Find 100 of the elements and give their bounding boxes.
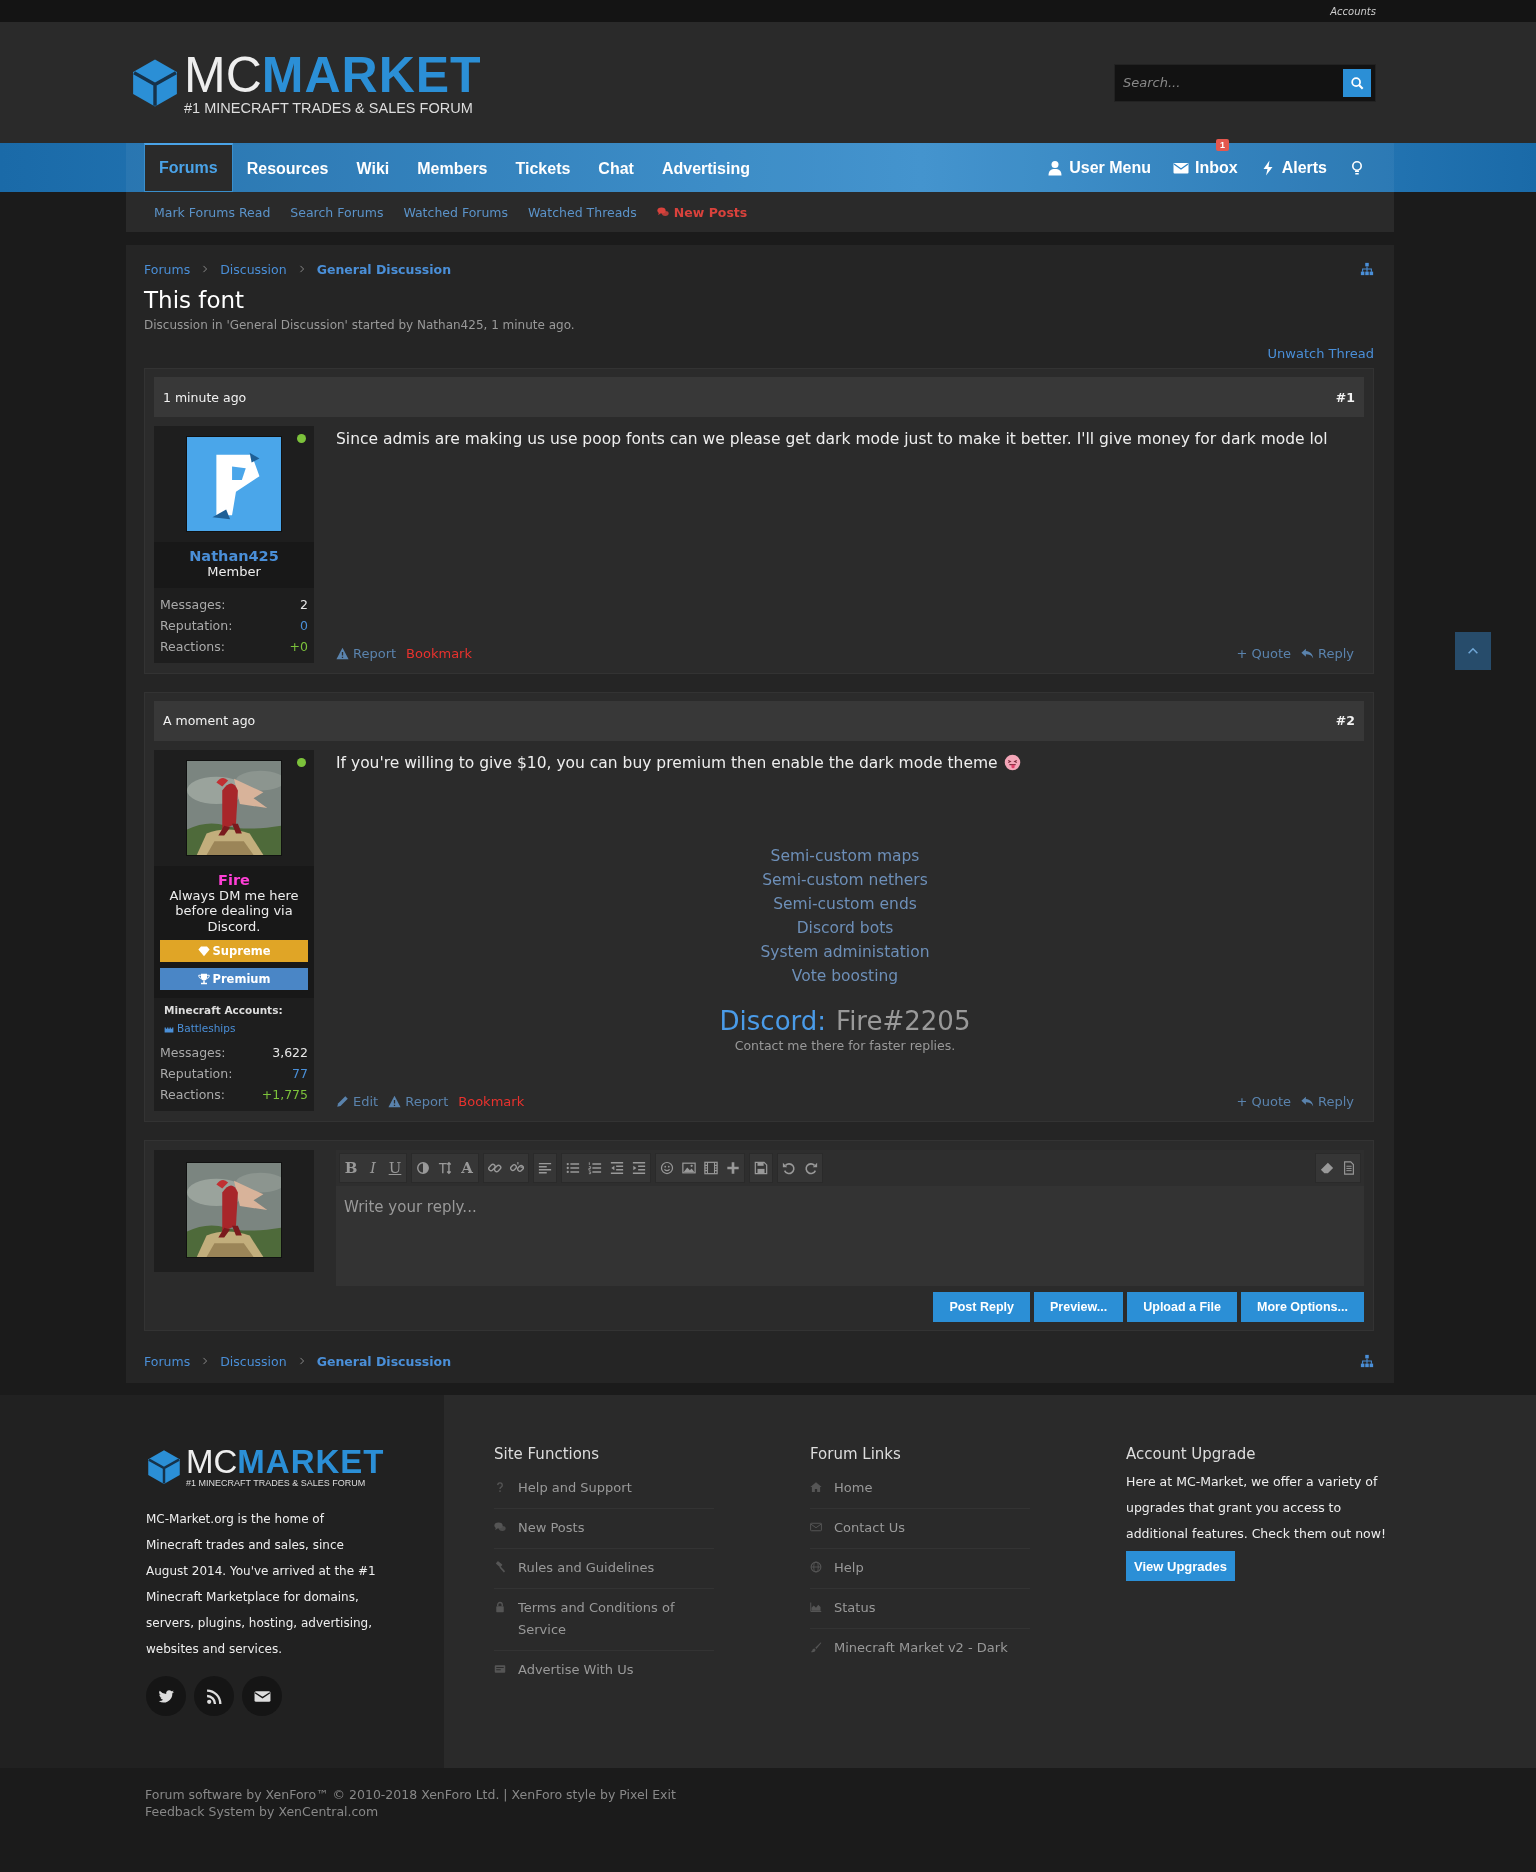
toolbar-button[interactable]: A xyxy=(456,1154,478,1183)
nav-tab[interactable]: Advertising xyxy=(647,143,764,192)
film-icon xyxy=(704,1161,718,1176)
lightbulb-icon[interactable] xyxy=(1349,159,1365,176)
editor-button[interactable]: Preview... xyxy=(1034,1292,1124,1323)
toolbar-button[interactable]: U xyxy=(384,1154,406,1183)
footer-link[interactable]: Help xyxy=(810,1549,1030,1590)
stat-label: Reputation: xyxy=(160,616,233,635)
contrast-icon xyxy=(416,1161,430,1176)
stat-label: Messages: xyxy=(160,1044,226,1063)
sitemap-icon xyxy=(1360,262,1374,276)
nav-tab[interactable]: Tickets xyxy=(501,143,585,192)
reply-link[interactable]: Reply xyxy=(1301,1094,1354,1110)
post-time: 1 minute ago xyxy=(163,389,247,405)
unwatch-link[interactable]: Unwatch Thread xyxy=(1267,346,1374,361)
breadcrumb-link[interactable]: General Discussion xyxy=(316,261,452,277)
person-icon xyxy=(1047,159,1064,176)
plus-icon xyxy=(726,1161,740,1176)
bookmark-link[interactable]: Bookmark xyxy=(458,1094,525,1110)
undo-icon xyxy=(782,1161,796,1176)
search-field[interactable]: Search... xyxy=(1114,63,1376,102)
footer-link[interactable]: Advertise With Us xyxy=(494,1651,714,1691)
footer-link[interactable]: Home xyxy=(810,1469,1030,1510)
outdent-icon xyxy=(610,1161,624,1176)
logo-text[interactable]: MARKET xyxy=(261,49,482,100)
logo-tagline: #1 MINECRAFT TRADES & SALES FORUM xyxy=(186,1478,367,1489)
nav-tab[interactable]: Wiki xyxy=(342,143,404,192)
stat-label: Reputation: xyxy=(160,1065,233,1084)
logo-text[interactable]: MC xyxy=(186,1445,238,1479)
bookmark-link[interactable]: Bookmark xyxy=(406,645,472,661)
username-link[interactable]: Nathan425 xyxy=(160,548,308,564)
subnav-link[interactable]: Watched Threads xyxy=(528,204,637,220)
reply-link[interactable]: Reply xyxy=(1301,645,1354,661)
smiley-icon xyxy=(660,1161,674,1176)
alerts-link[interactable]: Alerts xyxy=(1248,143,1338,192)
account-link[interactable]: Battleships xyxy=(164,1022,304,1035)
footer-link[interactable]: Rules and Guidelines xyxy=(494,1549,714,1590)
text-size-icon xyxy=(438,1161,452,1176)
footer-link[interactable]: Help and Support xyxy=(494,1469,714,1510)
subnav-link[interactable]: Mark Forums Read xyxy=(154,204,271,220)
reply-field[interactable]: Write your reply... xyxy=(336,1186,1364,1287)
nav-tab[interactable]: Chat xyxy=(584,143,648,192)
footer-link[interactable]: Status xyxy=(810,1589,1030,1630)
edit-link[interactable]: Edit xyxy=(336,1094,379,1110)
social-button[interactable] xyxy=(146,1676,186,1717)
nav-tab[interactable]: Resources xyxy=(232,143,343,192)
trophy-icon xyxy=(197,973,210,986)
footer-heading: Site Functions xyxy=(494,1445,601,1464)
username-link[interactable]: Fire xyxy=(160,871,308,888)
quote-link[interactable]: + Quote xyxy=(1236,645,1291,661)
post-number-link[interactable]: #1 xyxy=(1335,389,1355,405)
report-link[interactable]: Report xyxy=(336,645,397,661)
stat-value: 77 xyxy=(292,1065,308,1084)
breadcrumb-link[interactable]: Discussion xyxy=(220,261,287,277)
editor-button[interactable]: More Options... xyxy=(1241,1292,1364,1323)
toolbar-button[interactable]: B xyxy=(340,1154,362,1183)
breadcrumb-link[interactable]: Discussion xyxy=(220,1353,287,1369)
footer-link[interactable]: Contact Us xyxy=(810,1509,1030,1550)
subnav-link[interactable]: New Posts xyxy=(656,204,748,220)
editor-button[interactable]: Post Reply xyxy=(933,1292,1030,1323)
accounts-link[interactable]: Accounts xyxy=(1330,5,1376,17)
indent-icon xyxy=(632,1161,646,1176)
user-banner: Supreme xyxy=(160,940,308,963)
breadcrumb-link[interactable]: General Discussion xyxy=(316,1353,452,1369)
breadcrumb-link[interactable]: Forums xyxy=(144,1353,191,1369)
nav-tab[interactable]: Members xyxy=(403,143,502,192)
toolbar-button[interactable]: I xyxy=(362,1154,384,1183)
user-menu-link[interactable]: User Menu xyxy=(1036,143,1162,192)
logo-text[interactable]: MC xyxy=(184,49,262,100)
post-number-link[interactable]: #2 xyxy=(1335,713,1355,729)
nav-tab[interactable]: Forums xyxy=(144,143,233,192)
logo-tagline: #1 MINECRAFT TRADES & SALES FORUM xyxy=(184,99,474,116)
stat-value: +1,775 xyxy=(261,1086,308,1105)
footer-heading: Account Upgrade xyxy=(1126,1445,1257,1464)
footer-link[interactable]: Minecraft Market v2 - Dark xyxy=(810,1629,1030,1669)
footer-link[interactable]: Terms and Conditions of Service xyxy=(494,1589,714,1652)
eraser-icon xyxy=(1320,1161,1334,1176)
breadcrumb-link[interactable]: Forums xyxy=(144,261,191,277)
document-icon xyxy=(1342,1161,1356,1176)
stat-value: 0 xyxy=(300,616,308,635)
view-upgrades-button[interactable]: View Upgrades xyxy=(1126,1551,1235,1582)
social-button[interactable] xyxy=(242,1676,282,1717)
signature-line: Semi-custom ends xyxy=(773,893,917,915)
footer-link[interactable]: New Posts xyxy=(494,1509,714,1550)
subnav-link[interactable]: Search Forums xyxy=(290,204,384,220)
signature-line: Vote boosting xyxy=(791,965,899,987)
align-left-icon xyxy=(538,1161,552,1176)
search-button[interactable] xyxy=(1343,68,1371,97)
upgrade-text: Here at MC-Market, we offer a variety of upgrades that grant you access to additional features. Check them out now! xyxy=(1126,1473,1386,1544)
image-icon xyxy=(682,1161,696,1176)
logo-text[interactable]: MARKET xyxy=(237,1445,385,1479)
editor-button[interactable]: Upload a File xyxy=(1127,1292,1237,1323)
user-title: Member xyxy=(206,564,262,580)
social-button[interactable] xyxy=(194,1676,234,1717)
stat-label: Reactions: xyxy=(160,637,225,656)
report-link[interactable]: Report xyxy=(388,1094,449,1110)
subnav-link[interactable]: Watched Forums xyxy=(403,204,509,220)
pencil-icon xyxy=(336,1095,349,1109)
quote-link[interactable]: + Quote xyxy=(1236,1094,1291,1110)
copyright-text: Feedback System by XenCentral.com xyxy=(145,1803,380,1821)
